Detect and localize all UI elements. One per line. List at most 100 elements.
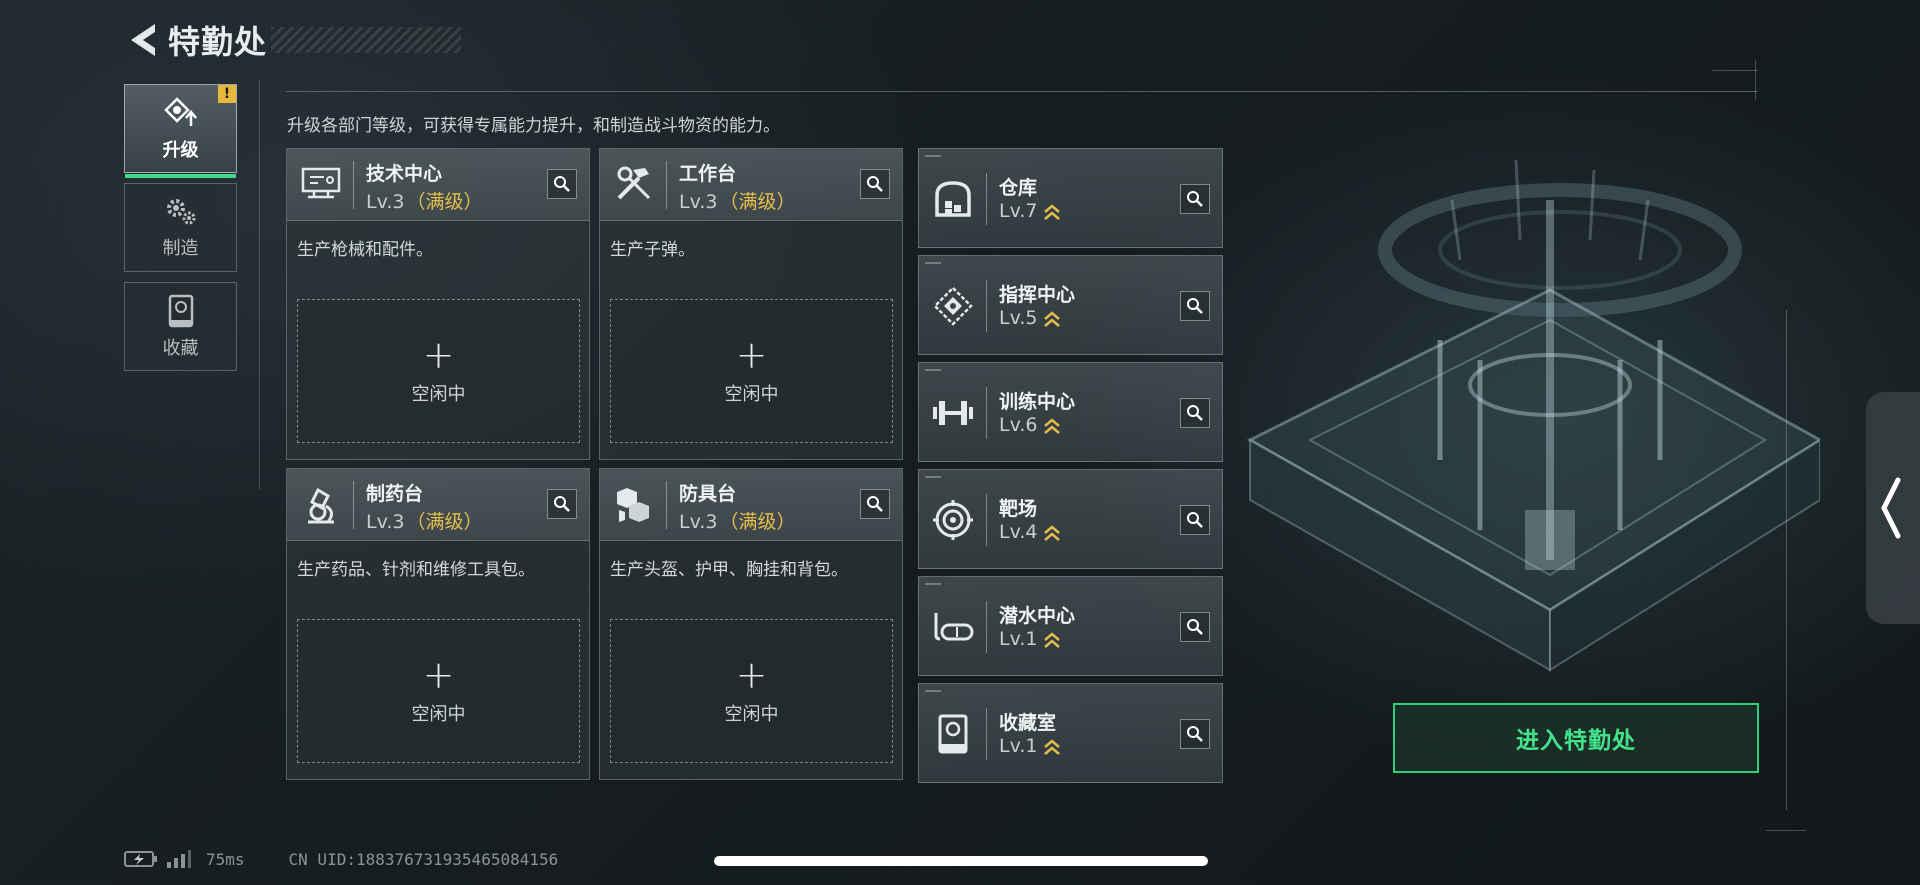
separator bbox=[666, 161, 667, 209]
upgrade-chevron-icon bbox=[1044, 311, 1061, 327]
card-header: 技术中心 Lv.3 （满级） bbox=[287, 149, 589, 221]
search-icon bbox=[1187, 405, 1203, 421]
inspect-button[interactable] bbox=[1180, 184, 1210, 214]
production-slot[interactable]: + 空闲中 bbox=[610, 619, 893, 763]
idle-label: 空闲中 bbox=[411, 384, 466, 405]
production-slot[interactable]: + 空闲中 bbox=[610, 299, 893, 443]
tab-collection[interactable]: 收藏 bbox=[124, 282, 237, 371]
facility-diving-center[interactable]: 潜水中心 Lv.1 bbox=[918, 576, 1223, 676]
inspect-button[interactable] bbox=[547, 169, 577, 199]
upgrade-icon bbox=[163, 96, 197, 126]
upgrade-chevron-icon bbox=[1044, 739, 1061, 755]
inspect-button[interactable] bbox=[547, 489, 577, 519]
corner-decoration bbox=[925, 369, 941, 371]
corner-decoration bbox=[925, 155, 941, 157]
tab-craft[interactable]: 制造 bbox=[124, 183, 237, 272]
tab-label: 收藏 bbox=[162, 337, 199, 359]
facility-level: Lv.1 bbox=[999, 735, 1061, 757]
top-divider bbox=[286, 91, 1758, 92]
production-slot[interactable]: + 空闲中 bbox=[297, 299, 580, 443]
station-name: 防具台 bbox=[679, 483, 737, 505]
active-indicator bbox=[125, 174, 236, 178]
level-value: Lv.7 bbox=[999, 200, 1038, 222]
inspect-button[interactable] bbox=[1180, 398, 1210, 428]
level-value: Lv.3 bbox=[679, 191, 718, 213]
corner-decoration bbox=[925, 690, 941, 692]
station-description: 生产药品、针剂和维修工具包。 bbox=[297, 560, 535, 580]
station-card-workbench: 工作台 Lv.3 （满级） 生产子弹。 + 空闲中 bbox=[599, 148, 903, 460]
command-icon bbox=[929, 282, 977, 330]
station-description: 生产头盔、护甲、胸挂和背包。 bbox=[610, 560, 848, 580]
collection-icon bbox=[168, 294, 193, 327]
facility-training-center[interactable]: 训练中心 Lv.6 bbox=[918, 362, 1223, 462]
facility-level: Lv.6 bbox=[999, 414, 1061, 436]
max-level-tag: （满级） bbox=[719, 511, 796, 533]
separator bbox=[986, 387, 987, 439]
level-value: Lv.5 bbox=[999, 307, 1038, 329]
diving-mask-icon bbox=[929, 603, 977, 651]
inspect-button[interactable] bbox=[1180, 719, 1210, 749]
facility-shooting-range[interactable]: 靶场 Lv.4 bbox=[918, 469, 1223, 569]
search-icon bbox=[1187, 191, 1203, 207]
facility-warehouse[interactable]: 仓库 Lv.7 bbox=[918, 148, 1223, 248]
facility-command-center[interactable]: 指挥中心 Lv.5 bbox=[918, 255, 1223, 355]
station-name: 制药台 bbox=[366, 483, 424, 505]
facility-name: 训练中心 bbox=[999, 391, 1076, 413]
separator bbox=[353, 161, 354, 209]
corner-decoration bbox=[925, 583, 941, 585]
facility-level: Lv.7 bbox=[999, 200, 1061, 222]
frame-line bbox=[1786, 310, 1787, 810]
facility-collection-room[interactable]: 收藏室 Lv.1 bbox=[918, 683, 1223, 783]
back-button[interactable] bbox=[124, 18, 160, 62]
facility-name: 靶场 bbox=[999, 498, 1038, 520]
search-icon bbox=[1187, 619, 1203, 635]
separator bbox=[986, 601, 987, 653]
plus-icon: + bbox=[735, 653, 768, 697]
search-icon bbox=[867, 496, 883, 512]
facility-name: 收藏室 bbox=[999, 712, 1057, 734]
base-hologram-illustration bbox=[1246, 159, 1820, 672]
separator bbox=[986, 173, 987, 225]
status-bar: 75ms CN UID:1883767319354650841​56 bbox=[124, 848, 558, 870]
inspect-button[interactable] bbox=[860, 489, 890, 519]
separator bbox=[353, 481, 354, 529]
collection-room-icon bbox=[929, 710, 977, 758]
station-level: Lv.3 （满级） bbox=[366, 187, 483, 214]
inspect-button[interactable] bbox=[860, 169, 890, 199]
station-card-tech-center: 技术中心 Lv.3 （满级） 生产枪械和配件。 + 空闲中 bbox=[286, 148, 590, 460]
separator bbox=[986, 708, 987, 760]
level-value: Lv.3 bbox=[679, 511, 718, 533]
search-icon bbox=[1187, 726, 1203, 742]
station-description: 生产枪械和配件。 bbox=[297, 240, 433, 260]
enter-special-ops-button[interactable]: 进入特勤处 bbox=[1393, 703, 1759, 773]
tab-label: 升级 bbox=[162, 139, 199, 161]
search-icon bbox=[1187, 298, 1203, 314]
station-level: Lv.3 （满级） bbox=[679, 507, 796, 534]
facility-name: 潜水中心 bbox=[999, 605, 1076, 627]
armor-icon bbox=[610, 481, 658, 529]
upgrade-chevron-icon bbox=[1044, 204, 1061, 220]
frame-tick bbox=[1766, 830, 1806, 831]
target-icon bbox=[929, 496, 977, 544]
signal-strength-icon bbox=[167, 850, 191, 868]
side-drawer-handle[interactable] bbox=[1866, 392, 1920, 624]
computer-icon bbox=[297, 161, 345, 209]
upgrade-chevron-icon bbox=[1044, 632, 1061, 648]
user-uid: CN UID:1883767319354650841​56 bbox=[288, 849, 559, 869]
level-value: Lv.1 bbox=[999, 735, 1038, 757]
station-card-pharmacy: 制药台 Lv.3 （满级） 生产药品、针剂和维修工具包。 + 空闲中 bbox=[286, 468, 590, 780]
ping-value: 75ms bbox=[206, 849, 245, 869]
tab-upgrade[interactable]: ! 升级 bbox=[124, 84, 237, 178]
inspect-button[interactable] bbox=[1180, 505, 1210, 535]
tools-icon bbox=[610, 161, 658, 209]
production-slot[interactable]: + 空闲中 bbox=[297, 619, 580, 763]
home-indicator[interactable] bbox=[714, 856, 1208, 866]
inspect-button[interactable] bbox=[1180, 612, 1210, 642]
max-level-tag: （满级） bbox=[719, 191, 796, 213]
side-divider bbox=[259, 80, 260, 490]
separator bbox=[666, 481, 667, 529]
inspect-button[interactable] bbox=[1180, 291, 1210, 321]
station-name: 技术中心 bbox=[366, 163, 443, 185]
facility-level: Lv.4 bbox=[999, 521, 1061, 543]
max-level-tag: （满级） bbox=[406, 511, 483, 533]
